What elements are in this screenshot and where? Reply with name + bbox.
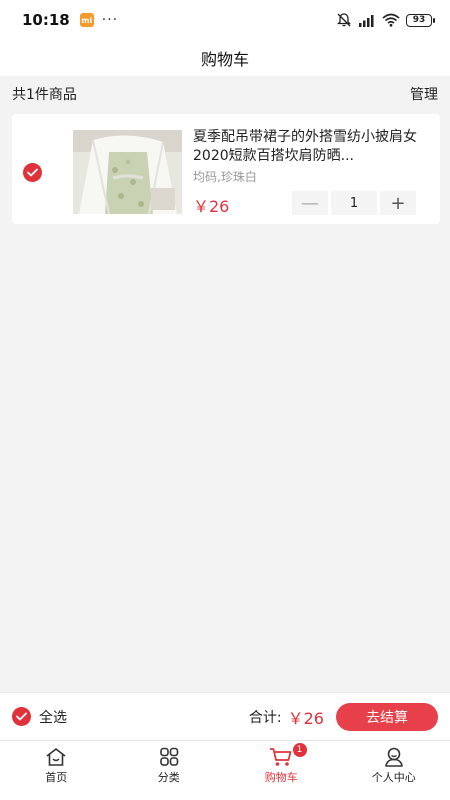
tab-label: 购物车 <box>264 771 298 784</box>
cart-icon <box>270 748 292 766</box>
checkout-button[interactable]: 去结算 <box>336 702 438 731</box>
category-icon <box>159 747 179 766</box>
checkmark-icon <box>16 712 27 721</box>
tab-category[interactable]: 分类 <box>113 741 226 800</box>
status-time: 10:18 <box>22 11 70 29</box>
product-photo-cardigan <box>73 130 182 214</box>
bottom-tab-bar: 首页 分类 1 购物车 个人中心 <box>0 740 450 800</box>
cart-count-badge: 1 <box>292 743 307 757</box>
checkmark-icon <box>27 168 38 177</box>
increase-quantity-button[interactable]: + <box>380 191 416 215</box>
mute-bell-icon <box>336 13 352 27</box>
wifi-icon <box>382 13 400 27</box>
signal-icon <box>359 15 374 27</box>
more-notifications-icon: ··· <box>101 12 119 28</box>
mi-app-icon: mi <box>79 13 94 27</box>
item-checkbox[interactable] <box>23 163 42 182</box>
quantity-stepper: — 1 + <box>292 191 418 215</box>
select-all-checkbox[interactable] <box>12 707 31 726</box>
tab-profile[interactable]: 个人中心 <box>338 741 450 800</box>
home-icon <box>46 748 66 766</box>
total-price: ￥26 <box>287 708 324 728</box>
profile-icon <box>384 747 403 767</box>
product-title[interactable]: 夏季配吊带裙子的外搭雪纺小披肩女2020短款百搭坎肩防晒... <box>193 128 421 166</box>
quantity-value[interactable]: 1 <box>331 191 377 215</box>
product-price: ￥26 <box>193 197 230 216</box>
select-all-toggle[interactable]: 全选 <box>12 707 67 727</box>
manage-button[interactable]: 管理 <box>410 84 438 104</box>
product-spec: 均码,珍珠白 <box>193 170 257 184</box>
cart-summary-row: 共1件商品 管理 <box>0 76 450 112</box>
total-label: 合计: <box>248 709 282 726</box>
select-all-label: 全选 <box>39 709 67 726</box>
page-title: 购物车 <box>200 50 249 69</box>
battery-icon: 93 <box>406 13 435 27</box>
tab-label: 首页 <box>45 771 68 784</box>
product-image[interactable] <box>73 130 182 214</box>
status-bar: 10:18 mi ··· 93 <box>0 0 450 40</box>
cart-item[interactable]: 夏季配吊带裙子的外搭雪纺小披肩女2020短款百搭坎肩防晒... 均码,珍珠白 ￥… <box>12 114 440 224</box>
item-count: 共1件商品 <box>12 87 77 103</box>
tab-home[interactable]: 首页 <box>0 741 113 800</box>
nav-header: 购物车 <box>0 40 450 76</box>
status-icons: 93 <box>336 12 435 28</box>
total-amount: 合计: ￥26 <box>249 705 324 729</box>
tab-cart[interactable]: 1 购物车 <box>225 741 338 800</box>
checkout-bar: 全选 合计: ￥26 去结算 <box>0 692 450 740</box>
tab-label: 分类 <box>157 771 180 784</box>
decrease-quantity-button[interactable]: — <box>292 191 328 215</box>
tab-label: 个人中心 <box>371 771 416 784</box>
